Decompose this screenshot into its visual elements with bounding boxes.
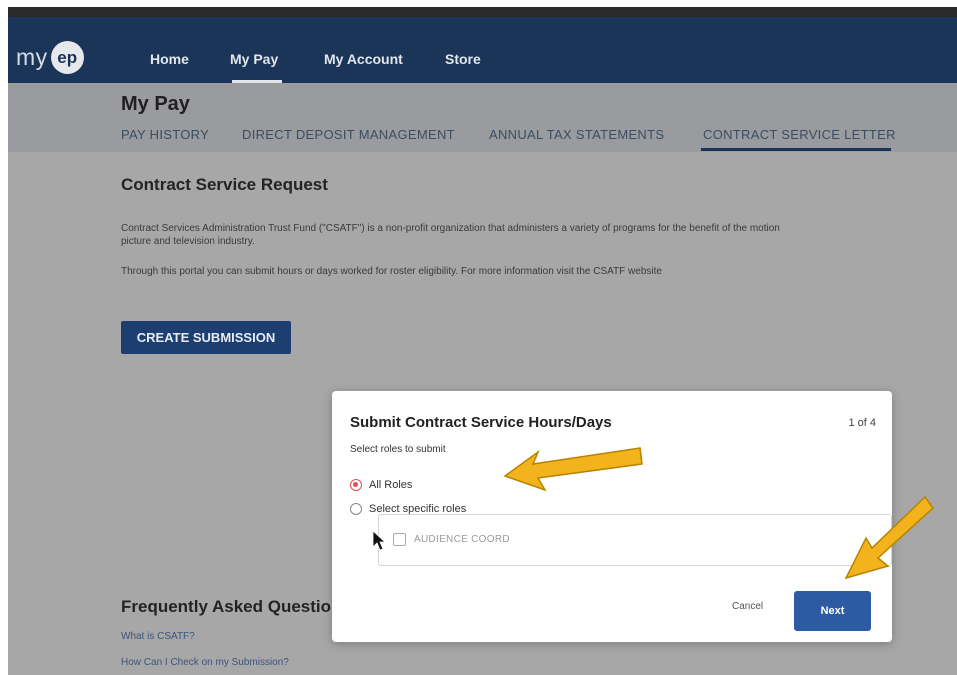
select-roles-prompt: Select roles to submit xyxy=(350,444,446,455)
logo-badge: ep xyxy=(50,41,84,74)
create-submission-button[interactable]: CREATE SUBMISSION xyxy=(121,321,291,354)
role-checkbox-row[interactable]: AUDIENCE COORD xyxy=(393,533,510,546)
cancel-button[interactable]: Cancel xyxy=(732,601,763,612)
nav-my-account[interactable]: My Account xyxy=(324,51,403,67)
app-window: my ep Home My Pay My Account Store My Pa… xyxy=(8,7,957,675)
top-nav: my ep Home My Pay My Account Store xyxy=(8,17,957,83)
submit-hours-modal: Submit Contract Service Hours/Days 1 of … xyxy=(332,391,892,642)
myep-logo[interactable]: my ep xyxy=(16,41,84,74)
tab-active-indicator xyxy=(701,148,891,151)
tab-pay-history[interactable]: PAY HISTORY xyxy=(121,127,209,142)
next-button[interactable]: Next xyxy=(794,591,871,631)
tab-contract-service-letter[interactable]: CONTRACT SERVICE LETTER xyxy=(703,127,896,142)
tab-direct-deposit[interactable]: DIRECT DEPOSIT MANAGEMENT xyxy=(242,127,455,142)
tab-annual-tax[interactable]: ANNUAL TAX STATEMENTS xyxy=(489,127,664,142)
role-label: AUDIENCE COORD xyxy=(414,534,510,545)
radio-all-roles-label: All Roles xyxy=(369,479,413,491)
roles-list: AUDIENCE COORD xyxy=(378,514,892,566)
step-indicator: 1 of 4 xyxy=(848,417,876,429)
faq-link-check-submission[interactable]: How Can I Check on my Submission? xyxy=(121,657,289,668)
faq-link-what-is-csatf[interactable]: What is CSATF? xyxy=(121,631,195,642)
top-strip xyxy=(8,7,957,17)
modal-title: Submit Contract Service Hours/Days xyxy=(350,414,612,431)
description-paragraph-2: Through this portal you can submit hours… xyxy=(121,266,662,277)
description-paragraph-1: Contract Services Administration Trust F… xyxy=(121,223,780,247)
section-title: Contract Service Request xyxy=(121,175,328,194)
radio-unselected-icon[interactable] xyxy=(350,503,362,515)
logo-text: my xyxy=(16,44,48,70)
nav-store[interactable]: Store xyxy=(445,51,481,67)
radio-all-roles[interactable]: All Roles xyxy=(350,479,412,491)
nav-my-pay[interactable]: My Pay xyxy=(230,51,278,67)
page-title: My Pay xyxy=(121,93,190,115)
faq-title: Frequently Asked Questions xyxy=(121,597,351,616)
role-checkbox[interactable] xyxy=(393,533,406,546)
radio-selected-icon[interactable] xyxy=(350,479,362,491)
nav-home[interactable]: Home xyxy=(150,51,189,67)
